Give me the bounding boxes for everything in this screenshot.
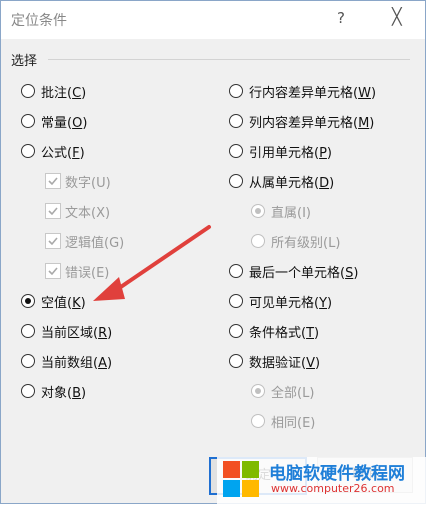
watermark-url: www.computer26.com bbox=[271, 482, 395, 495]
checkbox-numbers bbox=[45, 173, 61, 189]
radio-current-region[interactable] bbox=[21, 324, 35, 338]
radio-precedents[interactable] bbox=[229, 144, 243, 158]
option-label-dependents: 从属单元格(D) bbox=[249, 176, 335, 191]
radio-visible-cells[interactable] bbox=[229, 294, 243, 308]
option-label-current-region: 当前区域(R) bbox=[41, 326, 113, 341]
close-icon[interactable]: ╳ bbox=[392, 7, 402, 26]
red-arrow-annotation bbox=[93, 225, 211, 301]
watermark-text: 电脑软硬件教程网 bbox=[269, 464, 405, 484]
option-label-validation-same: 相同(E) bbox=[271, 416, 316, 431]
help-icon[interactable]: ? bbox=[337, 9, 345, 27]
radio-last-cell[interactable] bbox=[229, 264, 243, 278]
option-label-all-levels: 所有级别(L) bbox=[271, 236, 341, 251]
option-label-logicals: 逻辑值(G) bbox=[65, 236, 125, 251]
windows-logo bbox=[223, 461, 259, 497]
radio-constants[interactable] bbox=[21, 114, 35, 128]
group-divider bbox=[48, 59, 410, 60]
option-label-data-validation: 数据验证(V) bbox=[249, 356, 321, 371]
option-label-comments: 批注(C) bbox=[41, 86, 87, 101]
radio-dependents[interactable] bbox=[229, 174, 243, 188]
option-label-current-array: 当前数组(A) bbox=[41, 356, 113, 371]
radio-data-validation[interactable] bbox=[229, 354, 243, 368]
option-label-formulas: 公式(F) bbox=[41, 146, 85, 161]
radio-blanks[interactable] bbox=[21, 294, 35, 308]
option-label-conditional-formats: 条件格式(T) bbox=[249, 326, 320, 341]
option-label-objects: 对象(B) bbox=[41, 386, 87, 401]
option-label-visible-cells: 可见单元格(Y) bbox=[249, 296, 333, 311]
radio-objects[interactable] bbox=[21, 384, 35, 398]
option-label-direct-only: 直属(I) bbox=[271, 206, 311, 221]
option-label-precedents: 引用单元格(P) bbox=[249, 146, 332, 161]
option-label-validation-all: 全部(L) bbox=[271, 386, 315, 401]
option-label-numbers: 数字(U) bbox=[65, 176, 111, 191]
option-label-errors: 错误(E) bbox=[65, 266, 110, 281]
go-to-special-dialog: 定位条件 ? ╳ 选择 批注(C) 常量(O) 公式(F) 数字(U) 文本(X) 逻辑值… bbox=[0, 0, 426, 505]
checkbox-errors bbox=[45, 263, 61, 279]
radio-all-levels bbox=[251, 234, 265, 248]
checkbox-text bbox=[45, 203, 61, 219]
dialog-title: 定位条件 bbox=[11, 13, 67, 29]
watermark: 电脑软硬件教程网 www.computer26.com bbox=[217, 457, 426, 505]
radio-conditional-formats[interactable] bbox=[229, 324, 243, 338]
radio-comments[interactable] bbox=[21, 84, 35, 98]
option-label-blanks: 空值(K) bbox=[41, 296, 86, 311]
option-label-row-differences: 行内容差异单元格(W) bbox=[249, 86, 377, 101]
radio-row-differences[interactable] bbox=[229, 84, 243, 98]
radio-column-differences[interactable] bbox=[229, 114, 243, 128]
option-label-constants: 常量(O) bbox=[41, 116, 88, 131]
option-label-column-differences: 列内容差异单元格(M) bbox=[249, 116, 375, 131]
radio-formulas[interactable] bbox=[21, 144, 35, 158]
radio-direct-only bbox=[251, 204, 265, 218]
checkbox-logicals bbox=[45, 233, 61, 249]
select-group-label: 选择 bbox=[11, 54, 38, 69]
option-label-last-cell: 最后一个单元格(S) bbox=[249, 266, 359, 281]
radio-current-array[interactable] bbox=[21, 354, 35, 368]
radio-validation-all bbox=[251, 384, 265, 398]
option-label-text: 文本(X) bbox=[65, 206, 111, 221]
radio-validation-same bbox=[251, 414, 265, 428]
title-bar: 定位条件 ? ╳ bbox=[1, 1, 425, 39]
